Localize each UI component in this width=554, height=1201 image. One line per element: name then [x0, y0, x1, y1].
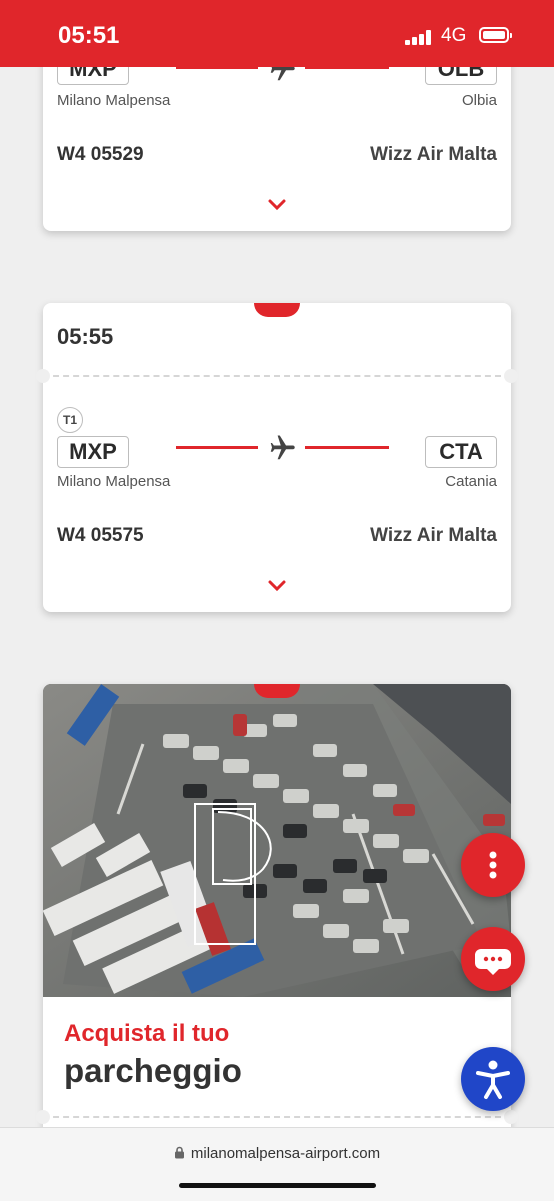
chevron-down-icon[interactable]: [267, 579, 287, 593]
card-tab: [254, 684, 300, 698]
origin-city: Milano Malpensa: [57, 473, 171, 490]
airline-name: Wizz Air Malta: [370, 525, 497, 546]
airline-name: Wizz Air Malta: [370, 144, 497, 165]
accessibility-button[interactable]: [461, 1047, 525, 1111]
status-bar: 05:51 4G: [0, 0, 554, 67]
parking-photo: [43, 684, 511, 997]
flight-number: W4 05529: [57, 144, 144, 165]
home-indicator[interactable]: [179, 1183, 376, 1188]
signal-icon: [405, 29, 433, 45]
more-vertical-icon: [489, 851, 497, 879]
url-bar[interactable]: milanomalpensa-airport.com: [0, 1145, 554, 1162]
promo-kicker: Acquista il tuo: [64, 1020, 230, 1047]
divider: [43, 1116, 511, 1118]
origin-code: MXP: [57, 436, 129, 468]
parking-promo-card[interactable]: Acquista il tuo parcheggio: [36, 684, 518, 1144]
flight-time: 05:55: [57, 324, 114, 349]
status-time: 05:51: [58, 22, 120, 49]
accessibility-icon: [476, 1060, 510, 1099]
dest-code: CTA: [425, 436, 497, 468]
plane-icon: [270, 435, 295, 460]
url-text: milanomalpensa-airport.com: [190, 1145, 381, 1162]
chat-button[interactable]: [461, 927, 525, 991]
divider: [43, 375, 511, 377]
more-options-button[interactable]: [461, 833, 525, 897]
network-label: 4G: [441, 25, 467, 46]
flight-card[interactable]: 05:55 T1 MXP CTA Milano Malpensa Catania…: [36, 303, 518, 612]
promo-title: parcheggio: [64, 1052, 242, 1089]
origin-city: Milano Malpensa: [57, 92, 171, 109]
dest-city: Olbia: [461, 92, 497, 109]
dest-city: Catania: [445, 473, 497, 490]
flight-number: W4 05575: [57, 525, 144, 546]
route-line: [305, 446, 389, 449]
browser-bar: milanomalpensa-airport.com: [0, 1127, 554, 1201]
battery-icon: [479, 27, 512, 43]
terminal-badge: T1: [57, 407, 83, 433]
chat-icon: [475, 949, 511, 975]
lock-icon: [174, 1146, 184, 1159]
card-tab: [254, 303, 300, 317]
route-line: [176, 446, 258, 449]
chevron-down-icon[interactable]: [267, 198, 287, 212]
parking-lot-image: [43, 684, 511, 997]
